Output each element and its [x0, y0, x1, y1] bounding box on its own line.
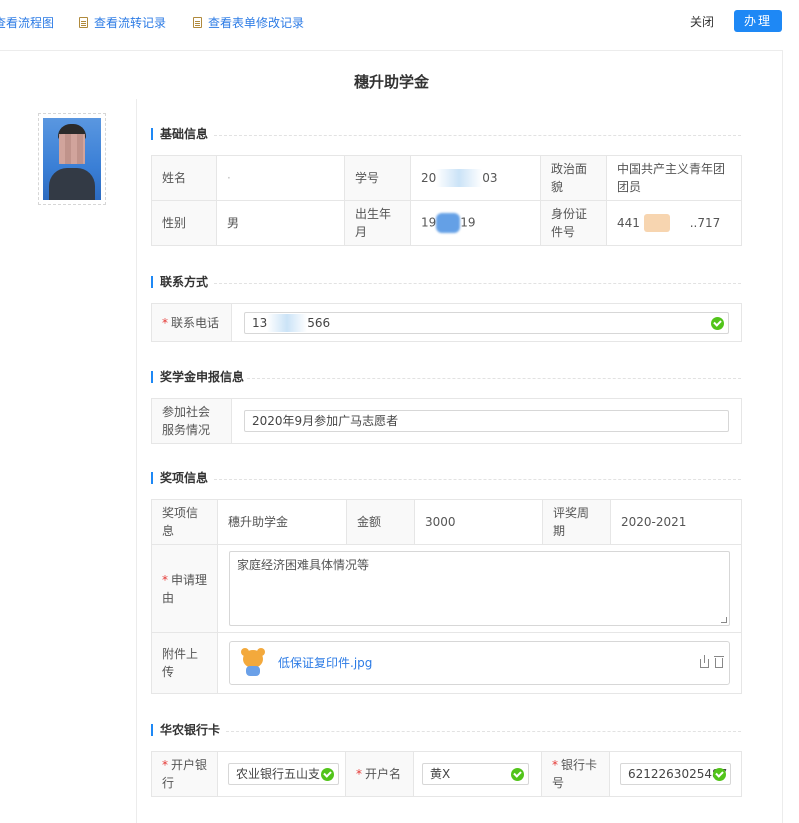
form-panel: 穗升助学金 基础信息 姓名 · 学号 20 03 政治面貌 中国共产主义青年团团… — [0, 50, 783, 823]
award-period-label: 评奖周期 — [542, 499, 611, 545]
award-info-label: 奖项信息 — [151, 499, 218, 545]
file-thumbnail — [240, 648, 266, 678]
attachment-filename[interactable]: 低保证复印件.jpg — [278, 654, 372, 672]
bank-label: * 开户银行 — [151, 751, 218, 797]
attachment-cell: 低保证复印件.jpg — [217, 632, 742, 694]
document-icon — [79, 16, 88, 28]
section-divider — [247, 378, 741, 379]
section-bank-title: 华农银行卡 — [151, 724, 220, 736]
phone-input[interactable]: 13 566 — [244, 311, 729, 334]
section-divider — [214, 479, 741, 480]
view-form-change-records-label: 查看表单修改记录 — [208, 15, 305, 30]
account-holder-label: * 开户名 — [345, 751, 414, 797]
valid-check-icon — [511, 768, 524, 781]
view-transfer-records-label: 查看流转记录 — [94, 15, 167, 30]
social-service-input[interactable]: 2020年9月参加广马志愿者 — [244, 410, 729, 432]
bank-cell: 农业银行五山支 — [217, 751, 346, 797]
page-title: 穗升助学金 — [353, 73, 429, 91]
reason-cell: 家庭经济困难具体情况等 — [217, 544, 742, 633]
document-icon — [193, 16, 202, 28]
application-table: 参加社会服务情况 2020年9月参加广马志愿者 — [151, 398, 742, 444]
view-transfer-records-link[interactable]: 查看流转记录 — [79, 13, 166, 31]
id-number-label: 身份证件号 — [540, 200, 607, 246]
award-table: 奖项信息 穗升助学金 金额 3000 评奖周期 2020-2021 * 申请理由 … — [151, 499, 742, 694]
contact-table: * 联系电话 13 566 — [151, 303, 742, 342]
award-period-value: 2020-2021 — [610, 499, 742, 545]
basic-info-table: 姓名 · 学号 20 03 政治面貌 中国共产主义青年团团员 性别 男 出生年月… — [151, 155, 742, 246]
gender-label: 性别 — [151, 200, 217, 246]
student-no-value: 20 03 — [410, 155, 541, 201]
column-divider — [136, 99, 137, 823]
bank-input[interactable]: 农业银行五山支 — [228, 763, 339, 785]
social-service-label: 参加社会服务情况 — [151, 398, 232, 444]
phone-cell: 13 566 — [231, 303, 742, 342]
account-holder-input[interactable]: 黄X — [422, 763, 529, 785]
reason-label: * 申请理由 — [151, 544, 218, 633]
student-photo — [43, 118, 101, 200]
name-label: 姓名 — [151, 155, 217, 201]
download-icon[interactable] — [700, 655, 709, 668]
amount-value: 3000 — [414, 499, 543, 545]
view-form-change-records-link[interactable]: 查看表单修改记录 — [193, 13, 304, 31]
student-photo-frame — [38, 113, 106, 205]
name-value: · — [216, 155, 345, 201]
gender-value: 男 — [216, 200, 345, 246]
handle-button[interactable]: 办理 — [734, 10, 782, 32]
close-button[interactable]: 关闭 — [690, 13, 714, 30]
card-number-label: * 银行卡号 — [541, 751, 610, 797]
section-divider — [226, 731, 741, 732]
top-toolbar: 查看流程图 查看流转记录 查看表单修改记录 关闭 办理 — [0, 0, 799, 44]
card-number-input[interactable]: 6212263025487 — [620, 763, 731, 785]
delete-icon[interactable] — [714, 656, 724, 668]
political-status-value: 中国共产主义青年团团员 — [606, 155, 742, 201]
section-basic-info-title: 基础信息 — [151, 128, 208, 140]
id-number-value: 441 ..717 — [606, 200, 742, 246]
section-contact-title: 联系方式 — [151, 276, 208, 288]
birth-date-value: 19 19 — [410, 200, 541, 246]
valid-check-icon — [711, 316, 724, 330]
student-no-label: 学号 — [344, 155, 411, 201]
social-service-cell: 2020年9月参加广马志愿者 — [231, 398, 742, 444]
political-status-label: 政治面貌 — [540, 155, 607, 201]
view-flow-chart-link[interactable]: 查看流程图 — [0, 13, 54, 31]
card-number-cell: 6212263025487 — [609, 751, 742, 797]
attachment-item[interactable]: 低保证复印件.jpg — [229, 641, 730, 685]
amount-label: 金额 — [346, 499, 415, 545]
account-holder-cell: 黄X — [413, 751, 542, 797]
birth-date-label: 出生年月 — [344, 200, 411, 246]
section-divider — [214, 135, 741, 136]
section-divider — [214, 283, 741, 284]
bank-table: * 开户银行 农业银行五山支 * 开户名 黄X * 银行卡号 621226302548… — [151, 751, 742, 797]
valid-check-icon — [321, 768, 334, 781]
section-application-title: 奖学金申报信息 — [151, 371, 244, 383]
reason-textarea[interactable]: 家庭经济困难具体情况等 — [229, 551, 730, 626]
award-info-value: 穗升助学金 — [217, 499, 347, 545]
section-award-title: 奖项信息 — [151, 472, 208, 484]
view-flow-chart-label: 查看流程图 — [0, 15, 55, 30]
phone-label: * 联系电话 — [151, 303, 232, 342]
attachment-label: 附件上传 — [151, 632, 218, 694]
resize-grip-icon[interactable] — [721, 617, 727, 623]
valid-check-icon — [713, 768, 726, 781]
